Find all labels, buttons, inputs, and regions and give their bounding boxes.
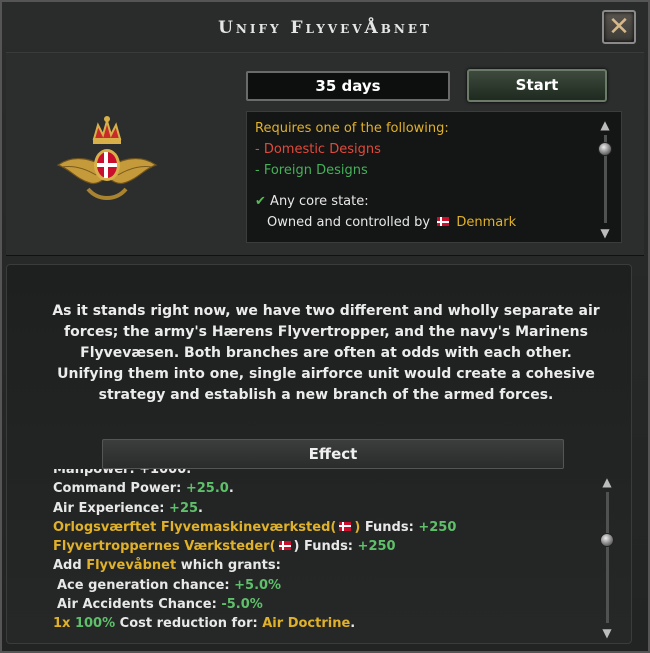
scroll-track (605, 492, 609, 623)
effects-list: Manpower: +1000. Command Power: +25.0. A… (53, 469, 573, 639)
command-power-label: Command Power: (53, 481, 182, 497)
focus-window: Unify FlyvevÅbnet ✕ 35 days Start Requir… (0, 0, 650, 653)
core-state-label: Any core state: (270, 194, 369, 209)
effect-company-1: Orlogsværftet Flyvemaskineværksted() Fun… (53, 519, 457, 535)
title-bar: Unify FlyvevÅbnet (2, 2, 648, 52)
country-link[interactable]: Denmark (456, 215, 516, 230)
ace-value: +5.0% (234, 577, 282, 593)
effect-manpower-text: Manpower: +1000. (53, 469, 192, 477)
scroll-down-icon[interactable]: ▼ (602, 626, 611, 640)
denmark-flag-icon (339, 521, 352, 531)
details-panel: As it stands right now, we have two diff… (6, 264, 632, 644)
duration-display: 35 days (246, 71, 450, 101)
company-1-name[interactable]: Orlogsværftet Flyvemaskineværksted( (53, 520, 336, 535)
focus-description: As it stands right now, we have two diff… (52, 303, 600, 403)
cost-percent: 100% (74, 616, 116, 632)
owned-line: Owned and controlled by Denmark (255, 212, 621, 233)
core-state-line: ✔ Any core state: (255, 191, 621, 212)
scroll-down-icon[interactable]: ▼ (600, 226, 609, 240)
accident-value: -5.0% (221, 597, 263, 613)
requirements-box: Requires one of the following: - Domesti… (246, 111, 622, 243)
effect-ace-chance: Ace generation chance: +5.0% (53, 576, 573, 595)
air-exp-label: Air Experience: (53, 500, 165, 516)
effect-air-experience: Air Experience: +25. (53, 500, 203, 516)
header-panel: 35 days Start Requires one of the follow… (6, 52, 644, 256)
scroll-up-icon[interactable]: ▲ (600, 118, 609, 132)
branch-name[interactable]: Flyvevåbnet (86, 558, 176, 573)
effect-cost-reduction: 1x 100% Cost reduction for: Air Doctrine… (53, 616, 356, 632)
close-icon: ✕ (608, 12, 630, 42)
effect-add-branch: Add Flyvevåbnet which grants: (53, 556, 573, 575)
close-button[interactable]: ✕ (602, 10, 636, 44)
accident-label: Air Accidents Chance: (57, 597, 217, 613)
requirements-scrollbar[interactable]: ▲ ▼ (597, 118, 613, 240)
start-button[interactable]: Start (467, 69, 607, 102)
cost-target[interactable]: Air Doctrine (262, 616, 350, 631)
add-suffix: which grants: (180, 558, 281, 574)
cost-multiplier: 1x (53, 616, 71, 632)
cost-label: Cost reduction for: (119, 616, 258, 632)
funds-label: Funds: (364, 519, 414, 535)
check-icon: ✔ (255, 194, 266, 209)
air-force-emblem (56, 116, 158, 200)
effect-manpower: Manpower: +1000. (53, 469, 573, 479)
air-exp-value: +25 (169, 500, 199, 516)
scroll-up-icon[interactable]: ▲ (602, 475, 611, 489)
requirement-option-domestic: - Domestic Designs (255, 142, 381, 157)
requirements-heading: Requires one of the following: (255, 121, 449, 136)
denmark-flag-icon (278, 541, 291, 551)
requirement-option-foreign: - Foreign Designs (255, 163, 368, 178)
scroll-knob[interactable] (600, 533, 614, 547)
company-1-funds: +250 (418, 519, 457, 535)
window-title: Unify FlyvevÅbnet (218, 18, 432, 38)
owned-text: Owned and controlled by (267, 215, 431, 230)
effect-company-2: Flyvertroppernes Værksteder() Funds: +25… (53, 539, 396, 555)
denmark-flag-icon (437, 217, 450, 226)
scroll-knob[interactable] (598, 142, 612, 156)
company-2-funds: +250 (357, 539, 396, 555)
effect-header: Effect (102, 439, 564, 469)
effect-command-power: Command Power: +25.0. (53, 481, 234, 497)
effects-scrollbar[interactable]: ▲ ▼ (599, 475, 615, 640)
add-label: Add (53, 558, 82, 574)
command-power-value: +25.0 (185, 481, 229, 497)
effect-air-accidents: Air Accidents Chance: -5.0% (53, 595, 573, 614)
funds-label: Funds: (304, 539, 354, 555)
company-2-name[interactable]: Flyvertroppernes Værksteder( (53, 539, 276, 554)
ace-label: Ace generation chance: (57, 577, 230, 593)
